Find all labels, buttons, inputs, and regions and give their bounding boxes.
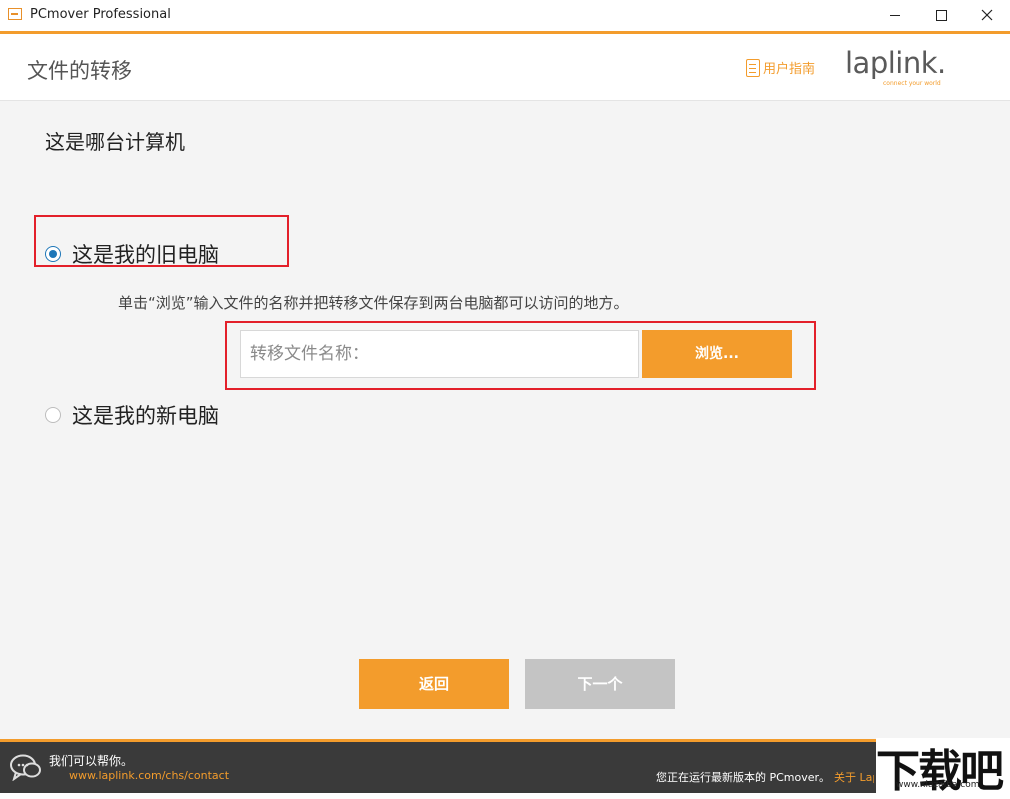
watermark-url: www.xiazaiba.com	[896, 780, 980, 790]
radio-old-pc[interactable]	[45, 246, 61, 262]
transfer-file-name-input[interactable]	[240, 330, 639, 378]
laplink-logo: laplink. connect your world	[845, 46, 955, 90]
instruction-text: 单击“浏览”输入文件的名称并把转移文件保存到两台电脑都可以访问的地方。	[118, 294, 629, 312]
help-text: 我们可以帮你。	[49, 754, 134, 768]
minimize-button[interactable]	[872, 0, 918, 31]
maximize-button[interactable]	[918, 0, 964, 31]
logo-text: laplink.	[845, 46, 946, 80]
radio-new-pc[interactable]	[45, 407, 61, 423]
about-laplink-link[interactable]: 关于 Laplink	[834, 769, 874, 785]
back-button[interactable]: 返回	[359, 659, 509, 709]
option-old-pc-label: 这是我的旧电脑	[72, 243, 219, 267]
page-header: 文件的转移 用户指南 laplink. connect your world	[0, 34, 1010, 101]
question-heading: 这是哪台计算机	[45, 130, 185, 154]
browse-button[interactable]: 浏览...	[642, 330, 792, 378]
footer-bar: 我们可以帮你。 www.laplink.com/chs/contact 您正在运…	[0, 742, 1010, 793]
close-icon	[981, 9, 993, 21]
option-old-pc[interactable]: 这是我的旧电脑	[45, 239, 219, 269]
contact-link[interactable]: www.laplink.com/chs/contact	[69, 769, 229, 782]
user-guide-label: 用户指南	[763, 62, 816, 77]
window-title: PCmover Professional	[30, 7, 171, 22]
chat-icon[interactable]	[10, 753, 42, 781]
close-button[interactable]	[964, 0, 1010, 31]
xiazaiba-watermark: 下载吧 www.xiazaiba.com	[876, 738, 1010, 797]
logo-tagline: connect your world	[883, 80, 941, 87]
option-new-pc-label: 这是我的新电脑	[72, 404, 219, 428]
minimize-icon	[890, 14, 900, 16]
option-new-pc[interactable]: 这是我的新电脑	[45, 400, 219, 430]
document-icon	[746, 58, 760, 77]
maximize-icon	[935, 9, 947, 21]
app-icon	[8, 8, 22, 20]
user-guide-link[interactable]: 用户指南	[746, 58, 815, 77]
main-content: 这是哪台计算机 这是我的旧电脑 单击“浏览”输入文件的名称并把转移文件保存到两台…	[0, 101, 1010, 739]
page-title: 文件的转移	[27, 59, 132, 83]
next-button[interactable]: 下一个	[525, 659, 675, 709]
window-title-bar: PCmover Professional	[0, 0, 1010, 31]
version-status: 您正在运行最新版本的 PCmover。	[656, 771, 831, 784]
